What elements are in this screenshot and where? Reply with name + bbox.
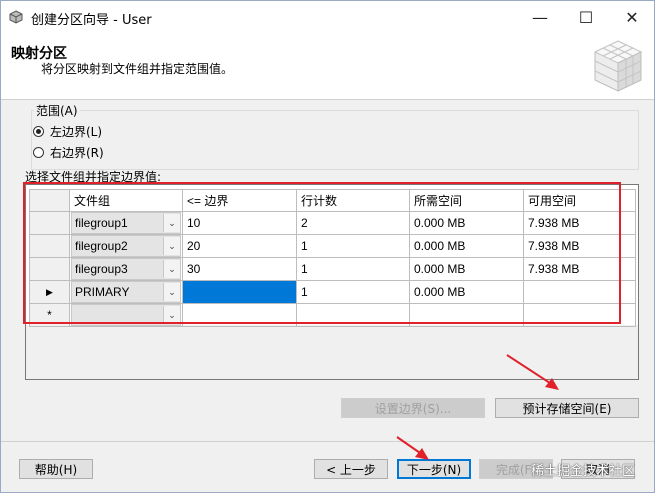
app-cube-icon [9, 10, 23, 24]
table-row: filegroup3 ⌄ 30 1 0.000 MB 7.938 MB [29, 257, 636, 281]
required-space-cell: 0.000 MB [409, 257, 524, 281]
watermark-text: 稀土掘金技术社区 [531, 464, 636, 479]
range-group [31, 110, 639, 170]
filegroup-cell[interactable]: PRIMARY ⌄ [69, 280, 183, 304]
filegroup-cell[interactable]: filegroup3 ⌄ [69, 257, 183, 281]
maximize-button[interactable]: ☐ [563, 1, 609, 33]
grid-caption: 选择文件组并指定边界值: [25, 170, 162, 184]
set-boundary-button[interactable]: 设置边界(S)... [341, 398, 485, 418]
close-icon: ✕ [625, 7, 639, 27]
chevron-down-icon[interactable]: ⌄ [163, 283, 180, 301]
rowcount-cell: 1 [296, 257, 410, 281]
page-subtitle: 将分区映射到文件组并指定范围值。 [41, 62, 234, 76]
filegroup-combo[interactable]: filegroup1 ⌄ [71, 212, 181, 234]
title-bar: 创建分区向导 - User — ☐ ✕ [1, 1, 654, 33]
estimate-storage-button[interactable]: 预计存储空间(E) [495, 398, 639, 418]
previous-button[interactable]: < 上一步 [314, 459, 388, 479]
window-title: 创建分区向导 - User [31, 13, 152, 28]
boundary-cell[interactable]: 30 [182, 257, 297, 281]
minimize-button[interactable]: — [517, 1, 563, 33]
boundary-cell[interactable]: 20 [182, 234, 297, 258]
chevron-down-icon[interactable]: ⌄ [163, 260, 180, 278]
grid-empty-area [26, 325, 638, 379]
filegroup-combo[interactable]: ⌄ [71, 304, 181, 326]
minimize-icon: — [532, 7, 548, 27]
next-button[interactable]: 下一步(N) [397, 459, 471, 479]
filegroup-cell[interactable]: filegroup1 ⌄ [69, 211, 183, 235]
row-header[interactable] [29, 257, 70, 281]
filegroup-value: filegroup2 [75, 239, 128, 253]
radio-left-label: 左边界(L) [50, 125, 103, 139]
boundary-cell[interactable]: 10 [182, 211, 297, 235]
required-space-cell: 0.000 MB [409, 234, 524, 258]
column-header-available-space[interactable]: 可用空间 [523, 189, 636, 212]
radio-left-boundary[interactable]: 左边界(L) [33, 123, 102, 140]
available-space-cell [523, 303, 636, 327]
filegroup-grid: 文件组 <= 边界 行计数 所需空间 可用空间 filegroup1 ⌄ 10 … [25, 184, 639, 380]
filegroup-value: filegroup3 [75, 262, 128, 276]
rowcount-cell [296, 303, 410, 327]
footer-separator [1, 441, 654, 442]
rowcount-cell: 1 [296, 280, 410, 304]
help-button[interactable]: 帮助(H) [19, 459, 93, 479]
required-space-cell [409, 303, 524, 327]
maximize-icon: ☐ [578, 7, 594, 27]
current-row-indicator[interactable]: ▶ [29, 280, 70, 304]
chevron-down-icon[interactable]: ⌄ [163, 214, 180, 232]
rowcount-cell: 1 [296, 234, 410, 258]
radio-right-label: 右边界(R) [50, 146, 104, 160]
create-partition-wizard-window: 创建分区向导 - User — ☐ ✕ 映射分区 将分区映射到文件组并指定范围值… [0, 0, 655, 493]
row-header[interactable] [29, 211, 70, 235]
radio-right-boundary[interactable]: 右边界(R) [33, 144, 104, 161]
table-header-row: 文件组 <= 边界 行计数 所需空间 可用空间 [29, 189, 636, 212]
radio-selected-icon [33, 126, 44, 137]
row-header[interactable] [29, 234, 70, 258]
available-space-cell: 7.938 MB [523, 234, 636, 258]
table-row-new: * ⌄ [29, 303, 636, 327]
filegroup-combo[interactable]: PRIMARY ⌄ [71, 281, 181, 303]
close-button[interactable]: ✕ [609, 1, 655, 33]
cube-grid-icon [593, 40, 643, 92]
column-header-filegroup[interactable]: 文件组 [69, 189, 183, 212]
filegroup-value: PRIMARY [75, 285, 130, 299]
partition-table: 文件组 <= 边界 行计数 所需空间 可用空间 filegroup1 ⌄ 10 … [29, 189, 636, 327]
rowcount-cell: 2 [296, 211, 410, 235]
column-header-required-space[interactable]: 所需空间 [409, 189, 524, 212]
chevron-down-icon[interactable]: ⌄ [163, 306, 180, 324]
column-header-rowcount[interactable]: 行计数 [296, 189, 410, 212]
available-space-cell: 7.938 MB [523, 257, 636, 281]
boundary-cell[interactable] [182, 303, 297, 327]
new-row-indicator[interactable]: * [29, 303, 70, 327]
required-space-cell: 0.000 MB [409, 280, 524, 304]
table-row: filegroup1 ⌄ 10 2 0.000 MB 7.938 MB [29, 211, 636, 235]
available-space-cell: 7.938 MB [523, 211, 636, 235]
table-row: filegroup2 ⌄ 20 1 0.000 MB 7.938 MB [29, 234, 636, 258]
filegroup-combo[interactable]: filegroup2 ⌄ [71, 235, 181, 257]
radio-unselected-icon [33, 147, 44, 158]
wizard-header: 映射分区 将分区映射到文件组并指定范围值。 [1, 33, 654, 100]
available-space-cell [523, 280, 636, 304]
chevron-down-icon[interactable]: ⌄ [163, 237, 180, 255]
boundary-cell-selected[interactable] [182, 280, 297, 304]
column-header-boundary[interactable]: <= 边界 [182, 189, 297, 212]
filegroup-value: filegroup1 [75, 216, 128, 230]
range-group-label: 范围(A) [34, 102, 80, 119]
table-row: ▶ PRIMARY ⌄ 1 0.000 MB [29, 280, 636, 304]
filegroup-combo[interactable]: filegroup3 ⌄ [71, 258, 181, 280]
row-header-corner [29, 189, 70, 212]
required-space-cell: 0.000 MB [409, 211, 524, 235]
filegroup-cell[interactable]: filegroup2 ⌄ [69, 234, 183, 258]
filegroup-cell[interactable]: ⌄ [69, 303, 183, 327]
